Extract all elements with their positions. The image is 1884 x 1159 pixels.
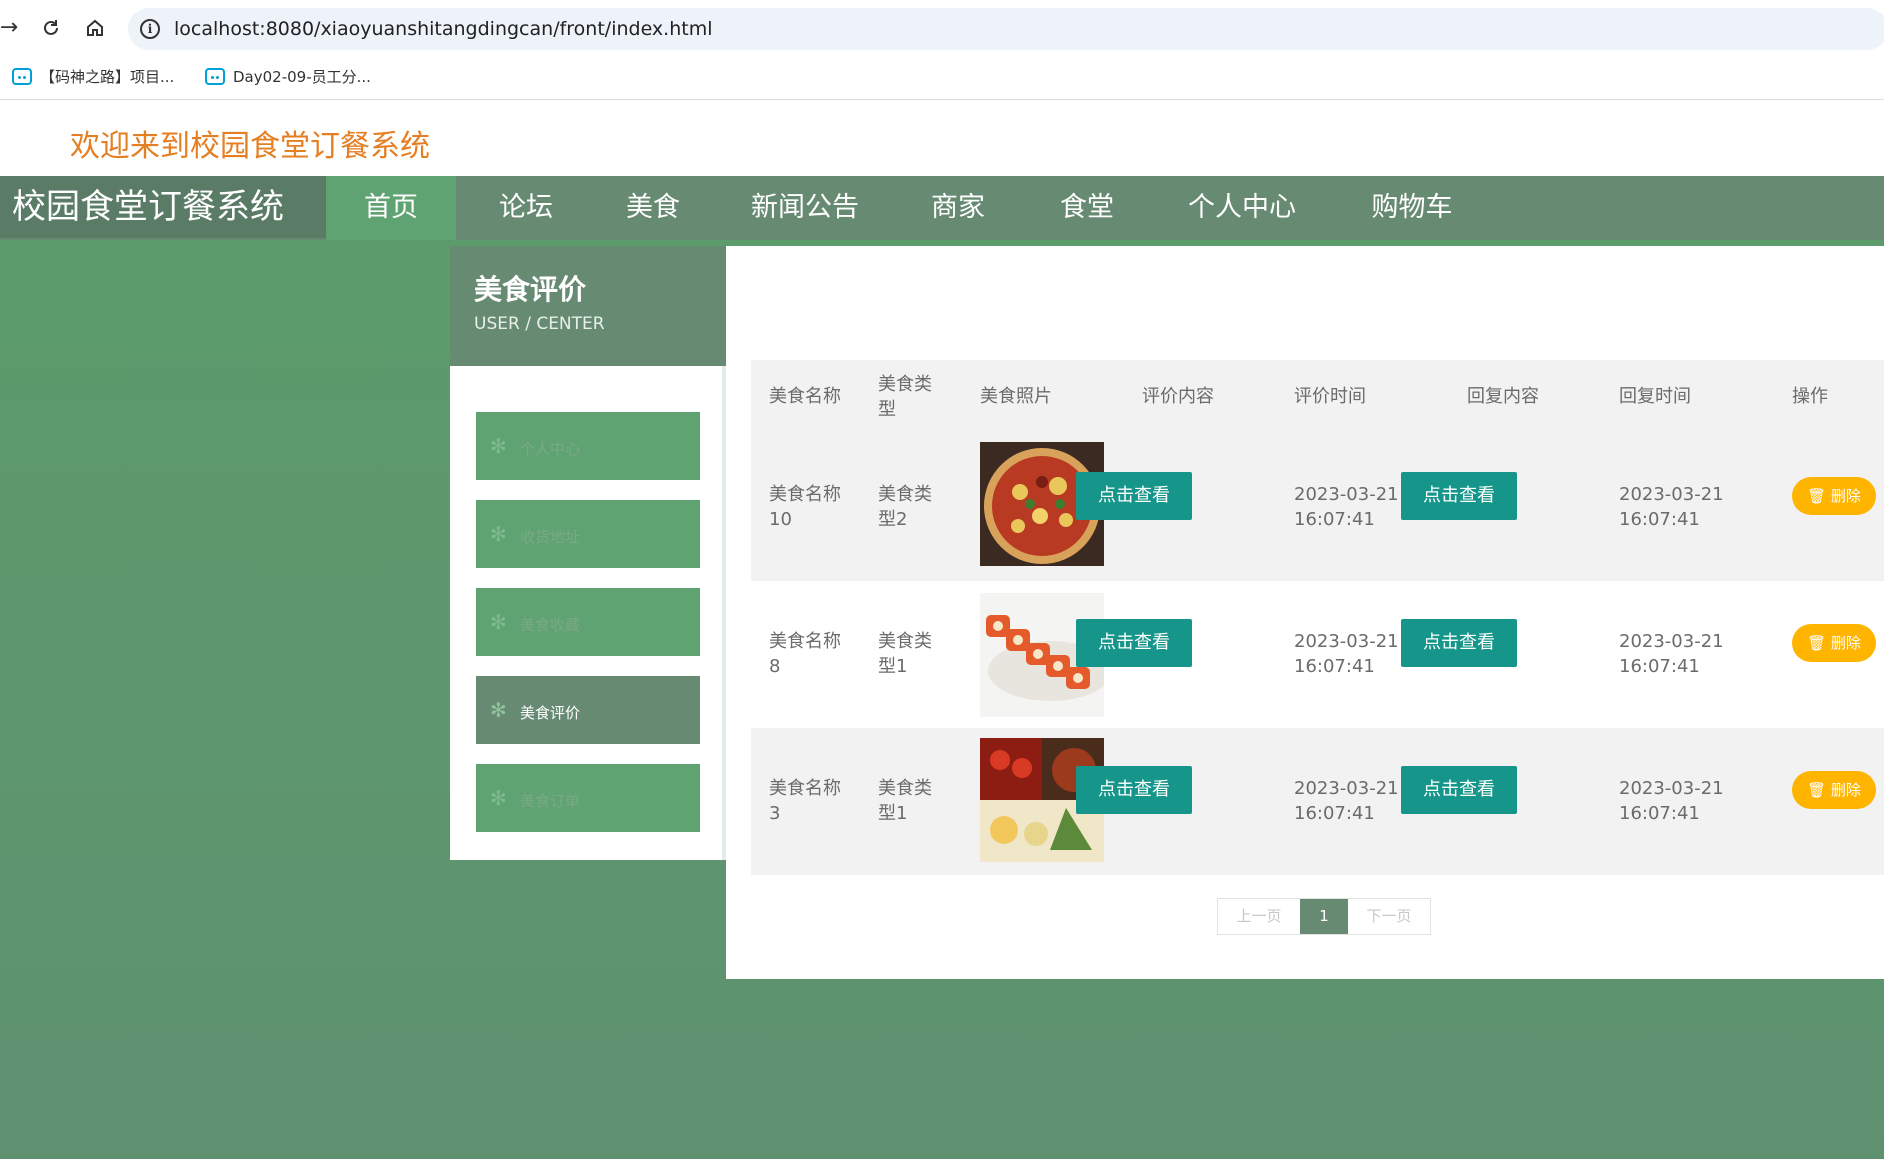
asterisk-icon: ✻	[490, 786, 507, 810]
sidebar-menu: ✻ 个人中心 ✻ 收货地址 ✻ 美食收藏 ✻ 美食评价 ✻ 美食订单	[450, 366, 726, 860]
sidebar-item-label: 收货地址	[520, 528, 581, 546]
delete-button[interactable]: 🗑 删除	[1792, 477, 1876, 515]
asterisk-icon: ✻	[490, 610, 507, 634]
pagination: 上一页 1 下一页	[1217, 898, 1431, 935]
welcome-text: 欢迎来到校园食堂订餐系统	[70, 129, 430, 164]
welcome-bar: 欢迎来到校园食堂订餐系统	[0, 101, 1884, 176]
asterisk-icon: ✻	[490, 434, 507, 458]
forward-icon[interactable]: →	[0, 13, 24, 43]
table-row: 美食名称10 美食类型2 点击查看 2023-03-21 16:07:41 点击…	[751, 434, 1884, 581]
col-actions: 操作	[1792, 386, 1828, 407]
sidebar-header: 美食评价 USER / CENTER	[450, 246, 726, 366]
view-reply-button[interactable]: 点击查看	[1401, 472, 1517, 520]
bookmark-item[interactable]: 【码神之路】项目...	[12, 66, 174, 87]
trash-icon: 🗑	[1807, 781, 1827, 799]
sidebar-item-label: 美食订单	[520, 792, 581, 810]
col-food-photo: 美食照片	[980, 386, 1052, 407]
col-food-type: 美食类型	[878, 374, 932, 420]
view-review-button[interactable]: 点击查看	[1076, 766, 1192, 814]
nav-forum[interactable]: 论坛	[456, 176, 596, 240]
nav-news[interactable]: 新闻公告	[730, 176, 880, 240]
table-row: 美食名称8 美食类型1 点击查看 2023-03-21 16:07:41 点击查…	[751, 581, 1884, 728]
delete-label: 删除	[1830, 634, 1861, 652]
food-type-cell: 美食类型1	[878, 631, 932, 677]
col-reply-content: 回复内容	[1467, 386, 1539, 407]
reply-time-cell: 2023-03-21 16:07:41	[1619, 631, 1724, 677]
nav-merchant[interactable]: 商家	[900, 176, 1016, 240]
food-type-cell: 美食类型1	[878, 778, 932, 824]
trash-icon: 🗑	[1807, 487, 1827, 505]
site-brand: 校园食堂订餐系统	[0, 176, 326, 238]
nav-user-center[interactable]: 个人中心	[1170, 176, 1314, 240]
table-row: 美食名称3 美食类型1 点击查看 2023-03-21 16:07:41 点击查…	[751, 728, 1884, 875]
sidebar-item-orders[interactable]: ✻ 美食订单	[476, 764, 700, 832]
page: → i localhost:8080/xiaoyuanshitangdingca…	[0, 0, 1884, 1159]
table-header: 美食名称 美食类型 美食照片 评价内容 评价时间 回复内容 回复时间 操作	[751, 360, 1884, 434]
bilibili-icon	[205, 68, 225, 85]
site-info-icon[interactable]: i	[140, 19, 160, 39]
delete-label: 删除	[1830, 487, 1861, 505]
col-food-name: 美食名称	[769, 386, 841, 407]
bookmark-item[interactable]: Day02-09-员工分...	[205, 66, 371, 87]
address-bar[interactable]: i localhost:8080/xiaoyuanshitangdingcan/…	[128, 8, 1884, 50]
sidebar-item-favorites[interactable]: ✻ 美食收藏	[476, 588, 700, 656]
reload-icon[interactable]	[36, 13, 66, 43]
review-time-cell: 2023-03-21 16:07:41	[1294, 631, 1399, 677]
bookmark-label: Day02-09-员工分...	[233, 68, 371, 86]
sidebar-item-reviews[interactable]: ✻ 美食评价	[476, 676, 700, 744]
view-review-button[interactable]: 点击查看	[1076, 472, 1192, 520]
main-nav: 校园食堂订餐系统 首页 论坛 美食 新闻公告 商家 食堂 个人中心 购物车	[0, 176, 1884, 240]
sidebar-item-user-center[interactable]: ✻ 个人中心	[476, 412, 700, 480]
col-review-content: 评价内容	[1142, 386, 1214, 407]
page-1-button[interactable]: 1	[1300, 899, 1348, 934]
view-reply-button[interactable]: 点击查看	[1401, 619, 1517, 667]
delete-button[interactable]: 🗑 删除	[1792, 771, 1876, 809]
nav-home[interactable]: 首页	[326, 176, 456, 240]
sidebar-item-address[interactable]: ✻ 收货地址	[476, 500, 700, 568]
view-reply-button[interactable]: 点击查看	[1401, 766, 1517, 814]
food-name-cell: 美食名称3	[769, 778, 841, 824]
bilibili-icon	[12, 68, 32, 85]
nav-canteen[interactable]: 食堂	[1030, 176, 1144, 240]
reply-time-cell: 2023-03-21 16:07:41	[1619, 484, 1724, 530]
review-time-cell: 2023-03-21 16:07:41	[1294, 484, 1399, 530]
url-text[interactable]: localhost:8080/xiaoyuanshitangdingcan/fr…	[174, 18, 713, 40]
asterisk-icon: ✻	[490, 522, 507, 546]
browser-toolbar: → i localhost:8080/xiaoyuanshitangdingca…	[0, 0, 1884, 58]
review-time-cell: 2023-03-21 16:07:41	[1294, 778, 1399, 824]
food-name-cell: 美食名称10	[769, 484, 841, 530]
delete-button[interactable]: 🗑 删除	[1792, 624, 1876, 662]
bookmark-label: 【码神之路】项目...	[40, 68, 175, 86]
sidebar-item-label: 个人中心	[520, 440, 581, 458]
nav-food[interactable]: 美食	[596, 176, 710, 240]
food-type-cell: 美食类型2	[878, 484, 932, 530]
trash-icon: 🗑	[1807, 634, 1827, 652]
next-page-button[interactable]: 下一页	[1348, 899, 1430, 934]
sidebar-item-label: 美食收藏	[520, 616, 581, 634]
asterisk-icon: ✻	[490, 698, 507, 722]
view-review-button[interactable]: 点击查看	[1076, 619, 1192, 667]
content-panel: 美食名称 美食类型 美食照片 评价内容 评价时间 回复内容 回复时间 操作 美食…	[726, 246, 1884, 979]
delete-label: 删除	[1830, 781, 1861, 799]
sidebar-item-label: 美食评价	[520, 704, 581, 722]
col-review-time: 评价时间	[1294, 386, 1366, 407]
food-name-cell: 美食名称8	[769, 631, 841, 677]
home-icon[interactable]	[80, 13, 110, 43]
prev-page-button[interactable]: 上一页	[1218, 899, 1300, 934]
sidebar-subtitle: USER / CENTER	[474, 314, 605, 334]
bookmarks-bar: 【码神之路】项目... Day02-09-员工分...	[0, 58, 1884, 100]
nav-cart[interactable]: 购物车	[1360, 176, 1464, 240]
sidebar-title: 美食评价	[474, 273, 587, 306]
reply-time-cell: 2023-03-21 16:07:41	[1619, 778, 1724, 824]
col-reply-time: 回复时间	[1619, 386, 1691, 407]
